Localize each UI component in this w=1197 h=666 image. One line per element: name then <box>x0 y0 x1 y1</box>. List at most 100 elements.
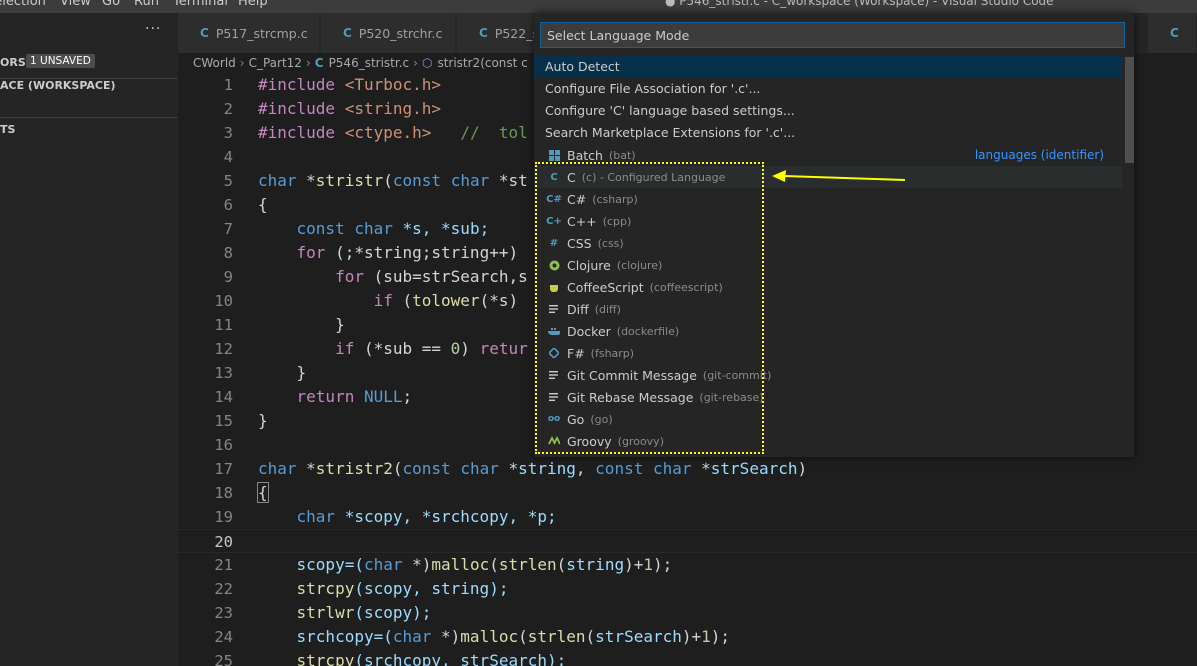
language-item-fsharp[interactable]: F# (fsharp) <box>534 342 1122 364</box>
code-text: } <box>296 363 307 382</box>
coffee-icon <box>548 281 560 293</box>
code-text: } <box>335 315 345 334</box>
c-file-icon: C <box>200 26 209 40</box>
line-number: 4 <box>223 148 233 166</box>
code-text: for (;*string;string++) <box>296 243 519 262</box>
line-number: 3 <box>223 124 233 142</box>
more-actions-icon[interactable]: ··· <box>145 21 161 37</box>
breadcrumb-symbol[interactable]: stristr2(const c <box>437 56 527 70</box>
language-item-git-rebase[interactable]: Git Rebase Message (git-rebase) <box>534 386 1122 408</box>
language-item-groovy[interactable]: Groovy (groovy) <box>534 430 1122 452</box>
tab-p517[interactable]: C P517_strcmp.c <box>178 13 320 53</box>
picker-scrollbar[interactable] <box>1125 57 1134 163</box>
sidebar-divider <box>0 117 178 118</box>
breadcrumb-folder[interactable]: CWorld <box>193 56 236 70</box>
breadcrumb-file[interactable]: P546_stristr.c <box>329 56 410 70</box>
line-number: 25 <box>214 652 233 666</box>
outline-header[interactable]: TS <box>0 123 15 136</box>
code-text: strcpy(srchcopy, strSearch); <box>296 651 567 666</box>
language-item-css[interactable]: # CSS (css) <box>534 232 1122 254</box>
line-number: 22 <box>214 580 233 598</box>
code-text: char *scopy, *srchcopy, *p; <box>296 507 557 526</box>
menu-go[interactable]: Go <box>102 0 120 9</box>
line-number: 12 <box>214 340 233 358</box>
code-line: 21 scopy=(char *)malloc(strlen(string)+1… <box>178 553 1197 577</box>
chevron-right-icon: › <box>305 55 311 70</box>
windows-icon <box>548 149 560 161</box>
code-text: srchcopy=(char *)malloc(strlen(strSearch… <box>296 627 731 646</box>
languages-identifier-label: languages (identifier) <box>974 148 1104 162</box>
code-text: if (*sub == 0) retur <box>335 339 528 358</box>
line-number: 24 <box>214 628 233 646</box>
line-number: 11 <box>214 316 233 334</box>
chevron-right-icon: › <box>239 55 245 70</box>
language-item-coffeescript[interactable]: CoffeeScript (coffeescript) <box>534 276 1122 298</box>
language-item-batch[interactable]: Batch (bat) languages (identifier) <box>534 144 1122 166</box>
language-item-git-commit[interactable]: Git Commit Message (git-commit) <box>534 364 1122 386</box>
tab-label: P522_s <box>494 25 539 41</box>
code-line: 19 char *scopy, *srchcopy, *p; <box>178 505 1197 529</box>
workspace-header[interactable]: ACE (WORKSPACE) <box>0 79 116 92</box>
code-text: } <box>258 411 268 430</box>
breadcrumb-folder[interactable]: C_Part12 <box>249 56 302 70</box>
line-number: 10 <box>214 292 233 310</box>
code-text: for (sub=strSearch,s <box>335 267 528 286</box>
language-item-docker[interactable]: Docker (dockerfile) <box>534 320 1122 342</box>
line-number: 2 <box>223 100 233 118</box>
line-number: 16 <box>214 436 233 454</box>
line-number: 9 <box>223 268 233 286</box>
configure-file-association-item[interactable]: Configure File Association for '.c'... <box>534 77 1122 99</box>
language-item-clojure[interactable]: Clojure (clojure) <box>534 254 1122 276</box>
language-item-diff[interactable]: Diff (diff) <box>534 298 1122 320</box>
docker-icon <box>548 325 560 337</box>
tab-overflow[interactable]: C <box>1148 13 1197 53</box>
code-line: 24 srchcopy=(char *)malloc(strlen(strSea… <box>178 625 1197 649</box>
c-file-icon: C <box>479 26 488 40</box>
menu-selection[interactable]: Selection <box>0 0 46 9</box>
line-number: 19 <box>214 508 233 526</box>
lines-icon <box>548 303 560 315</box>
c-file-icon: C <box>314 55 324 70</box>
arrow-icon <box>772 170 906 182</box>
code-line: 18 { <box>178 481 1197 505</box>
line-number: 5 <box>223 172 233 190</box>
breadcrumb: CWorld › C_Part12 › C P546_stristr.c › ⬡… <box>193 53 528 72</box>
c-file-icon: C <box>1170 26 1179 40</box>
code-text: char *stristr2(const char *string, const… <box>258 459 808 478</box>
tab-p520[interactable]: C P520_strchr.c <box>321 13 456 53</box>
line-number: 18 <box>214 484 233 502</box>
css-icon: # <box>549 237 559 249</box>
code-line: 25 strcpy(srchcopy, strSearch); <box>178 649 1197 666</box>
menu-run[interactable]: Run <box>134 0 159 9</box>
cpp-icon: C+ <box>546 215 562 227</box>
search-marketplace-item[interactable]: Search Marketplace Extensions for '.c'..… <box>534 121 1122 143</box>
code-text: { <box>258 195 268 214</box>
code-text: scopy=(char *)malloc(strlen(string)+1); <box>296 555 673 574</box>
code-line: 17 char *stristr2(const char *string, con… <box>178 457 1197 481</box>
language-item-csharp[interactable]: C# C# (csharp) <box>534 188 1122 210</box>
menu-terminal[interactable]: Terminal <box>173 0 228 9</box>
code-text: strlwr(scopy); <box>296 603 432 622</box>
line-number: 8 <box>223 244 233 262</box>
language-item-cpp[interactable]: C+ C++ (cpp) <box>534 210 1122 232</box>
chevron-right-icon: › <box>413 55 418 70</box>
language-search-input[interactable] <box>540 22 1125 48</box>
menu-view[interactable]: View <box>60 0 91 9</box>
line-number: 17 <box>214 460 233 478</box>
code-text: if (tolower(*s) <box>373 291 519 310</box>
language-mode-picker: Auto Detect Configure File Association f… <box>534 13 1134 457</box>
tab-label: P517_strcmp.c <box>215 25 308 41</box>
auto-detect-item[interactable]: Auto Detect <box>534 55 1122 77</box>
groovy-icon <box>548 435 560 447</box>
go-icon: oo <box>547 414 561 424</box>
language-item-go[interactable]: oo Go (go) <box>534 408 1122 430</box>
open-editors-header[interactable]: ORS <box>0 56 26 69</box>
code-text: #include <ctype.h> // tol <box>258 123 528 142</box>
clojure-icon <box>548 259 560 271</box>
c-file-icon: C <box>343 26 352 40</box>
current-line: 20 <box>178 529 1197 553</box>
code-text: return NULL; <box>296 387 413 406</box>
menu-help[interactable]: Help <box>238 0 268 9</box>
line-number: 20 <box>214 533 233 551</box>
configure-language-settings-item[interactable]: Configure 'C' language based settings... <box>534 99 1122 121</box>
